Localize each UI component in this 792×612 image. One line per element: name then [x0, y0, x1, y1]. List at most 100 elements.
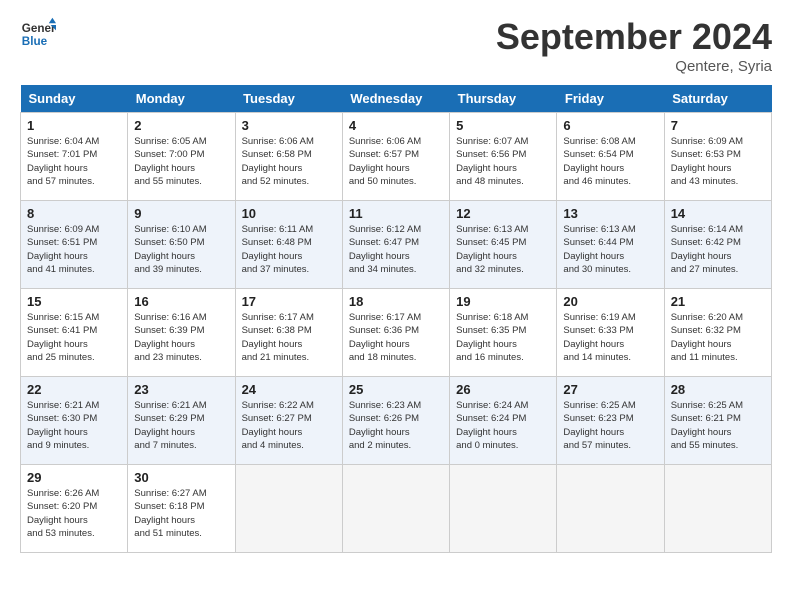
day-info: Sunrise: 6:25 AMSunset: 6:21 PMDaylight … [671, 399, 765, 452]
day-cell-4: 4 Sunrise: 6:06 AMSunset: 6:57 PMDaylight… [342, 113, 449, 201]
day-cell-empty [664, 465, 771, 553]
header-row: Sunday Monday Tuesday Wednesday Thursday… [21, 85, 772, 113]
day-number: 4 [349, 118, 443, 133]
day-info: Sunrise: 6:04 AMSunset: 7:01 PMDaylight … [27, 135, 121, 188]
day-cell-30: 30 Sunrise: 6:27 AMSunset: 6:18 PMDayligh… [128, 465, 235, 553]
day-number: 5 [456, 118, 550, 133]
day-number: 24 [242, 382, 336, 397]
day-info: Sunrise: 6:12 AMSunset: 6:47 PMDaylight … [349, 223, 443, 276]
header-thursday: Thursday [450, 85, 557, 113]
day-number: 12 [456, 206, 550, 221]
header-tuesday: Tuesday [235, 85, 342, 113]
day-cell-14: 14Sunrise: 6:14 AMSunset: 6:42 PMDayligh… [664, 201, 771, 289]
day-number: 10 [242, 206, 336, 221]
day-cell-24: 24 Sunrise: 6:22 AMSunset: 6:27 PMDayligh… [235, 377, 342, 465]
day-cell-17: 17Sunrise: 6:17 AMSunset: 6:38 PMDayligh… [235, 289, 342, 377]
day-info: Sunrise: 6:15 AMSunset: 6:41 PMDaylight … [27, 311, 121, 364]
day-info: Sunrise: 6:24 AMSunset: 6:24 PMDaylight … [456, 399, 550, 452]
calendar-week-4: 22 Sunrise: 6:21 AMSunset: 6:30 PMDayligh… [21, 377, 772, 465]
day-cell-13: 13 Sunrise: 6:13 AMSunset: 6:44 PMDayligh… [557, 201, 664, 289]
day-info: Sunrise: 6:08 AMSunset: 6:54 PMDaylight … [563, 135, 657, 188]
day-cell-23: 23 Sunrise: 6:21 AMSunset: 6:29 PMDayligh… [128, 377, 235, 465]
day-cell-21: 21Sunrise: 6:20 AMSunset: 6:32 PMDayligh… [664, 289, 771, 377]
day-cell-empty [235, 465, 342, 553]
title-block: September 2024 Qentere, Syria [496, 16, 772, 75]
day-number: 3 [242, 118, 336, 133]
calendar-subtitle: Qentere, Syria [496, 58, 772, 75]
day-cell-18: 18 Sunrise: 6:17 AMSunset: 6:36 PMDayligh… [342, 289, 449, 377]
day-cell-9: 9 Sunrise: 6:10 AMSunset: 6:50 PMDaylight… [128, 201, 235, 289]
calendar-title: September 2024 [496, 16, 772, 58]
header: General Blue September 2024 Qentere, Syr… [20, 16, 772, 75]
day-number: 8 [27, 206, 121, 221]
day-number: 30 [134, 470, 228, 485]
day-cell-6: 6 Sunrise: 6:08 AMSunset: 6:54 PMDaylight… [557, 113, 664, 201]
day-info: Sunrise: 6:23 AMSunset: 6:26 PMDaylight … [349, 399, 443, 452]
day-info: Sunrise: 6:21 AMSunset: 6:30 PMDaylight … [27, 399, 121, 452]
day-cell-5: 5 Sunrise: 6:07 AMSunset: 6:56 PMDaylight… [450, 113, 557, 201]
day-number: 11 [349, 206, 443, 221]
day-number: 13 [563, 206, 657, 221]
day-info: Sunrise: 6:13 AMSunset: 6:45 PMDaylight … [456, 223, 550, 276]
day-number: 9 [134, 206, 228, 221]
day-info: Sunrise: 6:13 AMSunset: 6:44 PMDaylight … [563, 223, 657, 276]
calendar-container: General Blue September 2024 Qentere, Syr… [0, 0, 792, 563]
day-cell-25: 25 Sunrise: 6:23 AMSunset: 6:26 PMDayligh… [342, 377, 449, 465]
day-info: Sunrise: 6:10 AMSunset: 6:50 PMDaylight … [134, 223, 228, 276]
day-cell-22: 22 Sunrise: 6:21 AMSunset: 6:30 PMDayligh… [21, 377, 128, 465]
header-wednesday: Wednesday [342, 85, 449, 113]
day-cell-20: 20 Sunrise: 6:19 AMSunset: 6:33 PMDayligh… [557, 289, 664, 377]
day-cell-15: 15 Sunrise: 6:15 AMSunset: 6:41 PMDayligh… [21, 289, 128, 377]
day-info: Sunrise: 6:20 AMSunset: 6:32 PMDaylight … [671, 311, 765, 364]
day-number: 2 [134, 118, 228, 133]
day-number: 20 [563, 294, 657, 309]
day-info: Sunrise: 6:09 AMSunset: 6:53 PMDaylight … [671, 135, 765, 188]
day-info: Sunrise: 6:21 AMSunset: 6:29 PMDaylight … [134, 399, 228, 452]
day-cell-empty [342, 465, 449, 553]
day-info: Sunrise: 6:19 AMSunset: 6:33 PMDaylight … [563, 311, 657, 364]
day-info: Sunrise: 6:22 AMSunset: 6:27 PMDaylight … [242, 399, 336, 452]
day-cell-11: 11 Sunrise: 6:12 AMSunset: 6:47 PMDayligh… [342, 201, 449, 289]
day-number: 19 [456, 294, 550, 309]
day-info: Sunrise: 6:18 AMSunset: 6:35 PMDaylight … [456, 311, 550, 364]
day-number: 18 [349, 294, 443, 309]
day-info: Sunrise: 6:27 AMSunset: 6:18 PMDaylight … [134, 487, 228, 540]
calendar-week-3: 15 Sunrise: 6:15 AMSunset: 6:41 PMDayligh… [21, 289, 772, 377]
day-cell-empty [450, 465, 557, 553]
day-number: 28 [671, 382, 765, 397]
day-number: 25 [349, 382, 443, 397]
day-number: 23 [134, 382, 228, 397]
svg-text:General: General [22, 22, 56, 35]
day-cell-3: 3 Sunrise: 6:06 AMSunset: 6:58 PMDaylight… [235, 113, 342, 201]
day-info: Sunrise: 6:07 AMSunset: 6:56 PMDaylight … [456, 135, 550, 188]
day-info: Sunrise: 6:14 AMSunset: 6:42 PMDaylight … [671, 223, 765, 276]
day-number: 27 [563, 382, 657, 397]
day-info: Sunrise: 6:25 AMSunset: 6:23 PMDaylight … [563, 399, 657, 452]
day-number: 7 [671, 118, 765, 133]
day-cell-7: 7 Sunrise: 6:09 AMSunset: 6:53 PMDaylight… [664, 113, 771, 201]
svg-text:Blue: Blue [22, 35, 48, 48]
logo: General Blue [20, 16, 56, 52]
day-info: Sunrise: 6:06 AMSunset: 6:57 PMDaylight … [349, 135, 443, 188]
day-cell-2: 2Sunrise: 6:05 AMSunset: 7:00 PMDaylight… [128, 113, 235, 201]
day-info: Sunrise: 6:17 AMSunset: 6:36 PMDaylight … [349, 311, 443, 364]
day-info: Sunrise: 6:26 AMSunset: 6:20 PMDaylight … [27, 487, 121, 540]
header-sunday: Sunday [21, 85, 128, 113]
day-number: 1 [27, 118, 121, 133]
header-monday: Monday [128, 85, 235, 113]
header-saturday: Saturday [664, 85, 771, 113]
day-cell-12: 12 Sunrise: 6:13 AMSunset: 6:45 PMDayligh… [450, 201, 557, 289]
day-number: 15 [27, 294, 121, 309]
day-cell-19: 19 Sunrise: 6:18 AMSunset: 6:35 PMDayligh… [450, 289, 557, 377]
day-number: 16 [134, 294, 228, 309]
logo-icon: General Blue [20, 16, 56, 52]
day-cell-29: 29Sunrise: 6:26 AMSunset: 6:20 PMDayligh… [21, 465, 128, 553]
day-number: 6 [563, 118, 657, 133]
day-cell-28: 28 Sunrise: 6:25 AMSunset: 6:21 PMDayligh… [664, 377, 771, 465]
day-cell-26: 26 Sunrise: 6:24 AMSunset: 6:24 PMDayligh… [450, 377, 557, 465]
day-number: 22 [27, 382, 121, 397]
day-cell-1: 1 Sunrise: 6:04 AMSunset: 7:01 PMDaylight… [21, 113, 128, 201]
day-number: 26 [456, 382, 550, 397]
day-info: Sunrise: 6:06 AMSunset: 6:58 PMDaylight … [242, 135, 336, 188]
calendar-week-5: 29Sunrise: 6:26 AMSunset: 6:20 PMDayligh… [21, 465, 772, 553]
